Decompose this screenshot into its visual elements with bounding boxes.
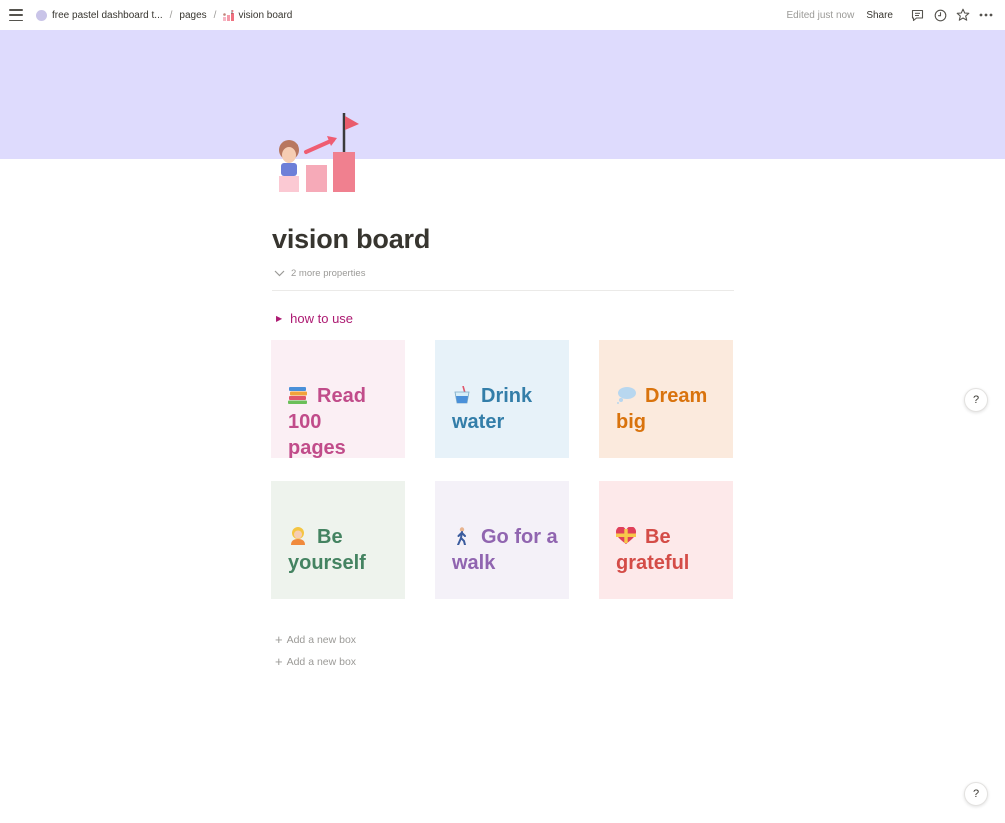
toggle-label: how to use — [290, 311, 354, 326]
vision-card[interactable]: Read 100 pages — [271, 340, 405, 461]
comment-icon[interactable] — [908, 6, 926, 24]
vision-card-line1: Drink — [481, 385, 533, 407]
vision-card-line1: Be — [317, 526, 343, 548]
vision-card-text: Be yourself — [288, 524, 399, 576]
vision-card-text: Be grateful — [616, 524, 727, 576]
page-icon-chart-increasing[interactable] — [275, 110, 361, 194]
vision-card-text: Dream big — [616, 383, 727, 435]
vision-card-line2: grateful — [616, 552, 690, 574]
page-cover[interactable] — [0, 30, 1005, 159]
plus-icon: + — [275, 632, 283, 647]
vision-card-line1: Dream — [645, 385, 708, 407]
thought-balloon-icon — [617, 387, 636, 404]
vision-card-line2: big — [616, 411, 646, 433]
plus-icon: + — [275, 654, 283, 669]
vision-card[interactable]: Go for a walk — [435, 481, 569, 599]
vision-card-line2: water — [452, 411, 505, 433]
history-clock-icon[interactable] — [931, 6, 949, 24]
help-button[interactable]: ? — [964, 388, 988, 412]
breadcrumb-pages-label: pages — [179, 9, 207, 21]
triangle-right-icon: ▶ — [276, 314, 283, 323]
breadcrumb-current-label: vision board — [238, 9, 293, 21]
books-icon — [288, 387, 307, 404]
vision-card-line2: pages — [288, 437, 346, 459]
add-new-box-label: Add a new box — [286, 634, 357, 646]
add-new-box-label: Add a new box — [286, 656, 357, 668]
vision-card-line1: Be — [645, 526, 671, 548]
breadcrumb-workspace[interactable]: free pastel dashboard t... — [32, 8, 167, 23]
divider — [272, 290, 734, 291]
chevron-down-icon — [274, 270, 285, 276]
vision-card[interactable]: Be yourself — [271, 481, 405, 599]
vision-card-line2: walk — [452, 552, 496, 574]
vision-card-text: Drink water — [452, 383, 563, 435]
vision-card[interactable]: Drink water — [435, 340, 569, 458]
breadcrumb-separator: / — [169, 9, 173, 21]
share-button[interactable]: Share — [866, 10, 893, 21]
vision-card-text: Read 100 pages — [288, 383, 399, 461]
breadcrumb-pages[interactable]: pages — [175, 8, 210, 23]
vision-card-line1: Go for a — [481, 526, 558, 548]
breadcrumb: free pastel dashboard t... / pages / vis… — [32, 0, 296, 30]
more-options-icon[interactable] — [977, 6, 995, 24]
breadcrumb-workspace-label: free pastel dashboard t... — [52, 9, 163, 21]
person-blond-icon — [291, 527, 305, 545]
help-button[interactable]: ? — [964, 782, 988, 806]
vision-card[interactable]: Dream big — [599, 340, 733, 458]
cup-with-straw-icon — [454, 386, 470, 404]
vision-board-icon — [223, 9, 235, 21]
heart-with-ribbon-icon — [616, 527, 636, 544]
toggle-how-to-use[interactable]: ▶ how to use — [276, 311, 353, 326]
topbar: free pastel dashboard t... / pages / vis… — [0, 0, 1005, 30]
breadcrumb-separator: / — [213, 9, 217, 21]
favorite-star-icon[interactable] — [954, 6, 972, 24]
vision-card-text: Go for a walk — [452, 524, 563, 576]
breadcrumb-current-page[interactable]: vision board — [219, 8, 296, 23]
vision-card-line2: yourself — [288, 552, 366, 574]
topbar-actions: Edited just now Share — [786, 0, 995, 30]
person-walking-icon — [457, 527, 466, 545]
properties-toggle[interactable]: 2 more properties — [274, 266, 365, 280]
edited-status: Edited just now — [786, 9, 855, 21]
vision-card[interactable]: Be grateful — [599, 481, 733, 599]
help-label: ? — [972, 394, 980, 406]
add-new-box-button[interactable]: + Add a new box — [275, 654, 357, 669]
workspace-icon — [36, 9, 47, 21]
properties-toggle-label: 2 more properties — [291, 267, 366, 279]
sidebar-menu-icon[interactable] — [9, 8, 23, 22]
add-new-box-button[interactable]: + Add a new box — [275, 632, 357, 647]
page-title[interactable]: vision board — [272, 224, 430, 255]
help-label: ? — [972, 788, 980, 800]
